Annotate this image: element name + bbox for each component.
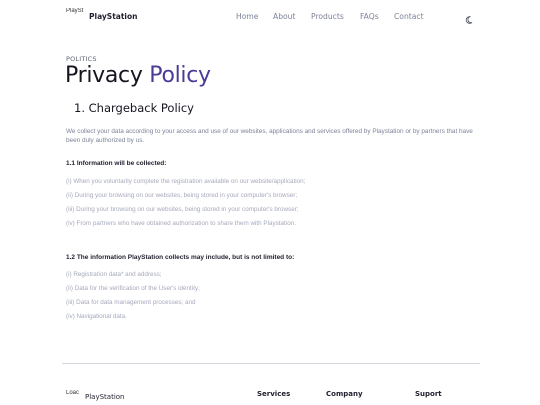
list-item: (i) When you voluntarily complete the re…	[66, 178, 306, 185]
site-header: PlaySt PlayStation Home About Products F…	[0, 0, 540, 34]
footer-heading-suport: Suport	[415, 390, 442, 398]
intro-paragraph: We collect your data according to your a…	[66, 128, 473, 144]
nav-faqs[interactable]: FAQs	[360, 12, 379, 21]
nav-home[interactable]: Home	[236, 12, 258, 21]
footer-divider	[62, 363, 480, 364]
list-item: (iv) From partners who have obtained aut…	[66, 220, 296, 227]
footer-logo-image: Loac	[66, 390, 80, 396]
list-item: (ii) During your browsing on our website…	[66, 192, 298, 199]
list-item: (ii) Data for the verification of the Us…	[66, 285, 200, 292]
subsection-heading: 1.1 Information will be collected:	[66, 160, 167, 167]
list-item: (iii) Data for data management processes…	[66, 299, 196, 306]
subsection-heading: 1.2 The information PlayStation collects…	[66, 254, 295, 261]
nav-products[interactable]: Products	[311, 12, 344, 21]
list-item: (iii) During your browsing on our websit…	[66, 206, 299, 213]
title-accent: Policy	[149, 63, 211, 88]
footer-brand-name: PlayStation	[85, 393, 125, 401]
main-nav: Home About Products FAQs Contact	[0, 12, 540, 24]
footer-heading-company: Company	[326, 390, 363, 398]
title-main: Privacy	[65, 63, 143, 88]
nav-about[interactable]: About	[273, 12, 295, 21]
footer-heading-services: Services	[257, 390, 291, 398]
nav-contact[interactable]: Contact	[394, 12, 424, 21]
footer-logo[interactable]: Loac PlayStation	[66, 390, 124, 405]
moon-icon[interactable]	[465, 12, 475, 24]
page-title: Privacy Policy	[65, 63, 211, 88]
list-item: (iv) Navigational data.	[66, 313, 127, 320]
list-item: (i) Registration data* and address;	[66, 271, 162, 278]
page-eyebrow: POLITICS	[66, 55, 97, 63]
section-title: 1. Chargeback Policy	[74, 101, 194, 115]
